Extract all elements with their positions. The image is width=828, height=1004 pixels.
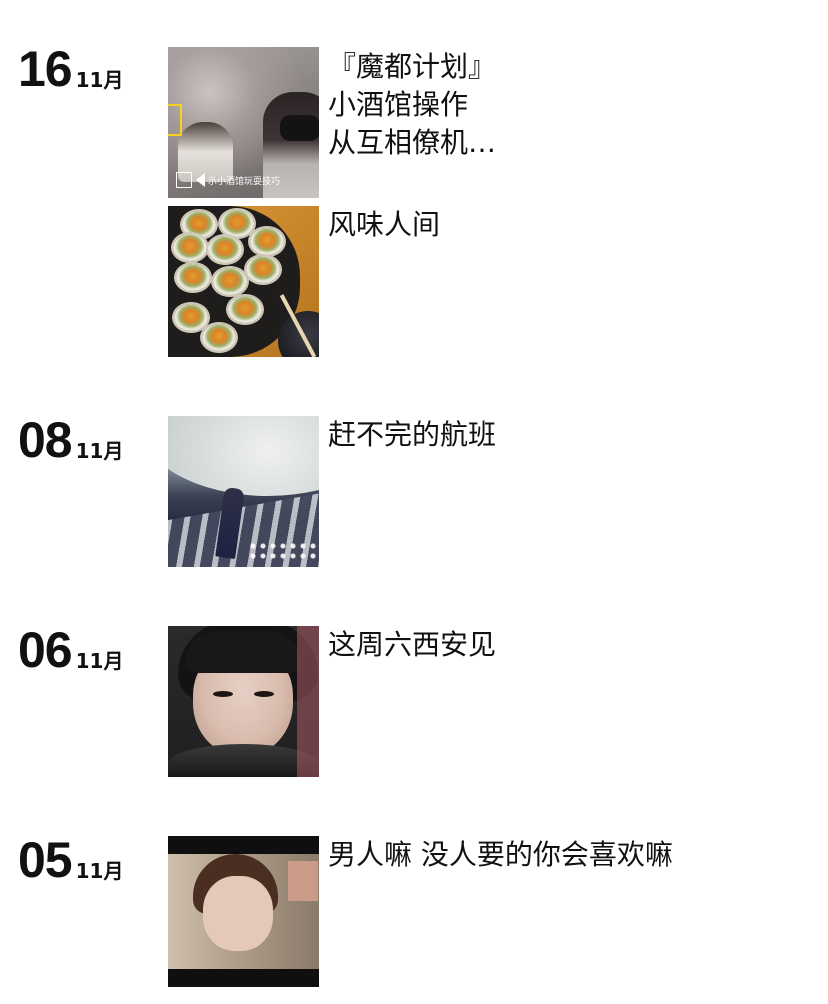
post-thumbnail-photo[interactable] [168, 836, 319, 987]
date-month: 11月 [75, 859, 124, 883]
thumb-detail [250, 228, 284, 255]
post-caption[interactable]: 风味人间 [328, 206, 808, 244]
thumb-detail [213, 268, 247, 295]
fullscreen-icon [176, 172, 192, 188]
thumb-detail [288, 861, 318, 901]
thumb-detail [254, 691, 274, 697]
video-overlay: 示小酒馆玩耍技巧 [176, 171, 280, 189]
thumb-detail [228, 296, 262, 323]
post-thumbnail-photo[interactable] [168, 416, 319, 567]
thumb-detail [220, 210, 254, 237]
date-month: 11月 [75, 68, 124, 92]
video-subtitle: 示小酒馆玩耍技巧 [208, 176, 281, 187]
thumb-detail [186, 631, 301, 673]
post-caption[interactable]: 『魔都计划』 小酒馆操作 从互相僚机… [328, 48, 808, 162]
speaker-icon [196, 173, 205, 187]
date-day: 16 [18, 41, 73, 97]
focus-frame-icon [168, 104, 182, 136]
date-day: 08 [18, 412, 73, 468]
date-day: 05 [18, 832, 73, 888]
date-month: 11月 [75, 439, 124, 463]
post-thumbnail-photo[interactable] [168, 206, 319, 357]
date-day: 06 [18, 622, 73, 678]
thumb-detail [168, 416, 319, 496]
thumb-detail [297, 626, 319, 777]
date-month: 11月 [75, 649, 124, 673]
post-caption[interactable]: 男人嘛 没人要的你会喜欢嘛 [328, 836, 808, 874]
date-05-nov: 05 11月 [18, 835, 123, 885]
post-caption[interactable]: 赶不完的航班 [328, 416, 808, 454]
thumb-detail [208, 236, 242, 263]
thumb-detail [173, 234, 207, 261]
post-thumbnail-photo[interactable] [168, 626, 319, 777]
date-06-nov: 06 11月 [18, 625, 123, 675]
thumb-detail [202, 324, 236, 351]
date-16-nov: 16 11月 [18, 44, 123, 94]
post-thumbnail-video[interactable]: 示小酒馆玩耍技巧 [168, 47, 319, 198]
thumb-detail [280, 115, 319, 141]
thumb-detail [176, 264, 210, 291]
thumb-detail [213, 691, 233, 697]
thumb-detail [246, 256, 280, 283]
thumb-detail [174, 304, 208, 331]
date-08-nov: 08 11月 [18, 415, 123, 465]
thumb-detail [248, 541, 318, 561]
thumb-detail [203, 876, 273, 951]
post-caption[interactable]: 这周六西安见 [328, 626, 808, 664]
